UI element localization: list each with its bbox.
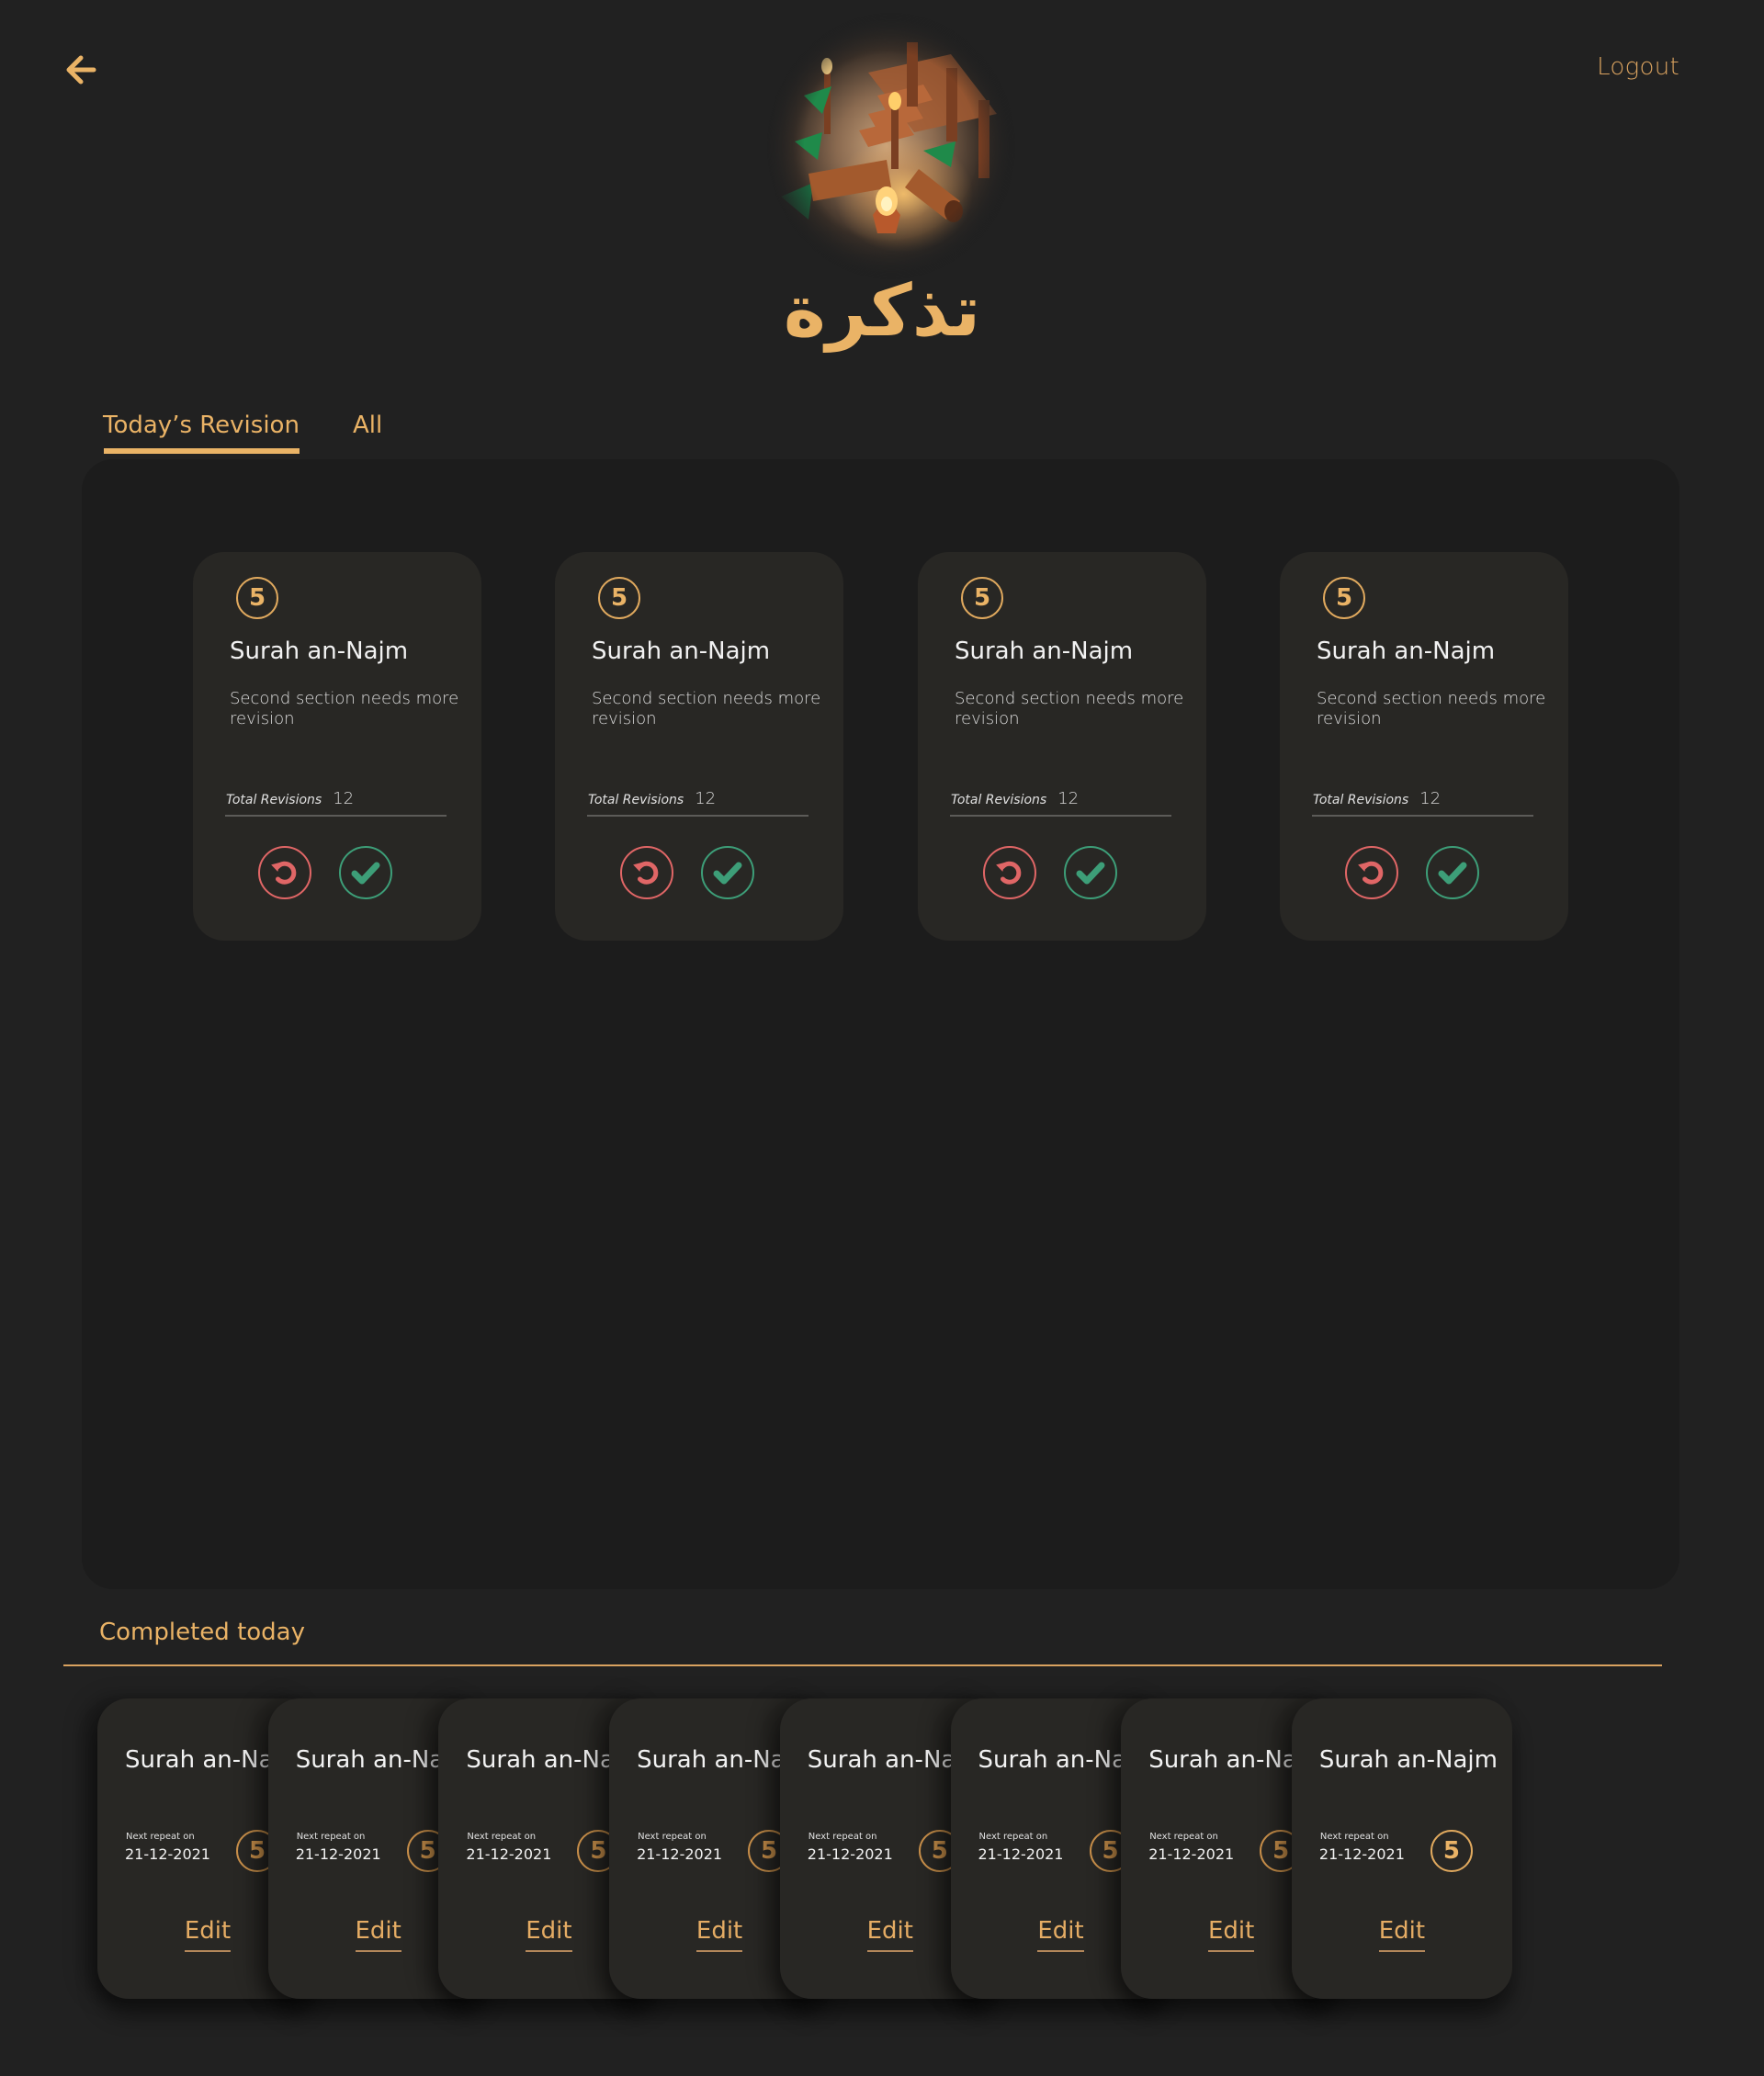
total-revisions: Total Revisions 12 [588, 789, 716, 808]
edit-label: Edit [1037, 1917, 1084, 1952]
campfire-scene-image [767, 13, 1015, 279]
total-revisions-label: Total Revisions [588, 793, 684, 807]
total-revisions-label: Total Revisions [226, 793, 322, 807]
next-repeat-date: 21-12-2021 [1148, 1845, 1235, 1863]
next-repeat-date: 21-12-2021 [1318, 1845, 1405, 1863]
revision-card[interactable]: 5 Surah an-Najm Second section needs mor… [555, 552, 843, 941]
next-repeat-date: 21-12-2021 [125, 1845, 210, 1863]
revision-note: Second section needs more revision [230, 689, 459, 728]
check-icon [351, 862, 380, 885]
card-divider [587, 815, 808, 817]
arrow-left-icon [66, 55, 96, 85]
revision-note: Second section needs more revision [955, 689, 1184, 728]
revision-card[interactable]: 5 Surah an-Najm Second section needs mor… [1280, 552, 1568, 941]
edit-label: Edit [526, 1917, 572, 1952]
card-divider [1312, 815, 1533, 817]
completed-today-heading: Completed today [99, 1619, 305, 1646]
page: تذكرة Logout Today’s Revision All 5 Sura… [0, 0, 1764, 2076]
mark-done-button[interactable] [701, 846, 754, 899]
todays-revision-panel: 5 Surah an-Najm Second section needs mor… [82, 459, 1679, 1589]
mark-done-button[interactable] [339, 846, 392, 899]
surah-title: Surah an-Najm [230, 637, 409, 665]
check-icon [1076, 862, 1105, 885]
card-actions [193, 846, 481, 899]
redo-icon [271, 861, 297, 885]
surah-title: Surah an-Najm [1318, 1746, 1498, 1774]
redo-button[interactable] [620, 846, 673, 899]
surah-title: Surah an-Najm [1317, 637, 1496, 665]
surah-title: Surah an-Najm [592, 637, 771, 665]
next-repeat-label: Next repeat on [808, 1832, 877, 1842]
mark-done-button[interactable] [1426, 846, 1479, 899]
redo-button[interactable] [983, 846, 1036, 899]
revision-count-badge: 5 [961, 577, 1003, 619]
edit-label: Edit [184, 1917, 232, 1952]
revision-count-badge: 5 [1430, 1830, 1473, 1872]
revision-count-badge: 5 [1323, 577, 1365, 619]
tab-bar: Today’s Revision All [103, 412, 382, 454]
redo-icon [996, 861, 1022, 885]
edit-button[interactable]: Edit [1292, 1917, 1512, 1952]
logo [767, 13, 1015, 279]
surah-title: Surah an-Najm [955, 637, 1134, 665]
revision-note: Second section needs more revision [592, 689, 821, 728]
revision-count-badge: 5 [598, 577, 640, 619]
total-revisions-value: 12 [695, 789, 717, 808]
next-repeat-label: Next repeat on [1149, 1832, 1218, 1842]
total-revisions-label: Total Revisions [951, 793, 1047, 807]
completed-card: Surah an-Najm Next repeat on 21-12-2021 … [1291, 1698, 1512, 1999]
card-actions [555, 846, 843, 899]
next-repeat-label: Next repeat on [467, 1832, 537, 1842]
next-repeat-date: 21-12-2021 [466, 1845, 552, 1863]
next-repeat-label: Next repeat on [978, 1832, 1048, 1842]
check-icon [1438, 862, 1467, 885]
next-repeat-date: 21-12-2021 [637, 1845, 723, 1863]
mark-done-button[interactable] [1064, 846, 1117, 899]
edit-label: Edit [866, 1917, 913, 1952]
total-revisions-value: 12 [333, 789, 355, 808]
revision-card[interactable]: 5 Surah an-Najm Second section needs mor… [918, 552, 1206, 941]
next-repeat-date: 21-12-2021 [978, 1845, 1064, 1863]
next-repeat-label: Next repeat on [1319, 1832, 1389, 1842]
card-divider [950, 815, 1171, 817]
tab-todays-revision[interactable]: Today’s Revision [103, 412, 300, 454]
redo-button[interactable] [258, 846, 311, 899]
next-repeat-label: Next repeat on [126, 1832, 195, 1842]
next-repeat-date: 21-12-2021 [295, 1845, 381, 1863]
edit-label: Edit [1208, 1917, 1255, 1952]
total-revisions-label: Total Revisions [1313, 793, 1409, 807]
completed-divider [63, 1664, 1662, 1666]
edit-label: Edit [1378, 1917, 1426, 1952]
tab-all[interactable]: All [353, 412, 382, 448]
next-repeat-label: Next repeat on [638, 1832, 707, 1842]
next-repeat-label: Next repeat on [296, 1832, 366, 1842]
total-revisions: Total Revisions 12 [1313, 789, 1441, 808]
total-revisions-value: 12 [1057, 789, 1080, 808]
app-title: تذكرة [783, 270, 981, 353]
edit-label: Edit [695, 1917, 743, 1952]
redo-button[interactable] [1345, 846, 1398, 899]
revision-count-badge: 5 [236, 577, 278, 619]
card-divider [225, 815, 447, 817]
redo-icon [633, 861, 659, 885]
total-revisions: Total Revisions 12 [951, 789, 1079, 808]
check-icon [713, 862, 742, 885]
revision-note: Second section needs more revision [1317, 689, 1546, 728]
revision-card[interactable]: 5 Surah an-Najm Second section needs mor… [193, 552, 481, 941]
redo-icon [1358, 861, 1384, 885]
card-actions [1280, 846, 1568, 899]
card-actions [918, 846, 1206, 899]
back-button[interactable] [62, 51, 99, 88]
logout-button[interactable]: Logout [1597, 53, 1679, 81]
total-revisions-value: 12 [1419, 789, 1442, 808]
edit-label: Edit [355, 1917, 401, 1952]
next-repeat-date: 21-12-2021 [807, 1845, 893, 1863]
total-revisions: Total Revisions 12 [226, 789, 354, 808]
